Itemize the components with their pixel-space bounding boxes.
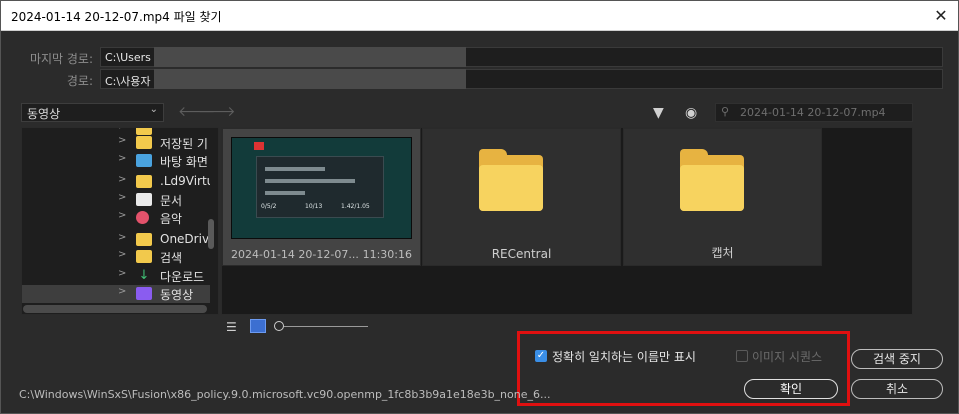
chevron-right-icon[interactable]: > [118, 210, 126, 221]
chevron-right-icon[interactable]: > [118, 286, 126, 297]
search-placeholder: 2024-01-14 20-12-07.mp4 [740, 106, 886, 119]
tree-item[interactable]: > .Ld9Virtu [22, 173, 210, 191]
search-icon: ⚲ [721, 105, 730, 118]
thumbnail-panel: 0/5/2 10/13 1.42/1.05 [256, 156, 384, 218]
music-icon [136, 211, 149, 224]
tree-item-label: 저장된 기 [160, 137, 208, 151]
chevron-right-icon[interactable]: > [118, 153, 126, 164]
folder-tree[interactable]: > > 저장된 기 > 바탕 화면 > .Ld9Virtu > 문서 > 음악 [21, 127, 219, 315]
path-label: 경로: [66, 74, 93, 88]
file-name: RECentral [491, 247, 552, 261]
chevron-right-icon[interactable]: > [118, 128, 126, 132]
tree-item[interactable]: > ↓ 다운로드 [22, 267, 210, 285]
tree-item[interactable]: > 바탕 화면 [22, 152, 210, 170]
tree-item[interactable]: > 음악 [22, 209, 210, 227]
tree-item[interactable]: > 저장된 기 [22, 134, 210, 152]
folder-icon [136, 250, 152, 263]
highlight-box [517, 331, 850, 406]
desktop-icon [136, 154, 152, 167]
tree-item-label: 바탕 화면 [160, 155, 208, 169]
tree-item[interactable]: > 문서 [22, 191, 210, 209]
file-name: 캡처 [711, 246, 734, 260]
tree-item-label: 문서 [160, 194, 183, 208]
location-selected: 동영상 [27, 107, 61, 121]
tree-item-label: 음악 [160, 212, 183, 226]
title-bar: 2024-01-14 20-12-07.mp4 파일 찾기 ✕ [1, 1, 958, 31]
file-tile-folder[interactable]: 캡처 [623, 128, 822, 266]
tree-item-label: 동영상 [160, 288, 194, 302]
filter-icon[interactable]: ▼ [653, 105, 664, 121]
folder-front [680, 165, 744, 211]
thumbnail-stat: 0/5/2 [261, 203, 277, 210]
last-path-value: C:\Users [105, 51, 151, 64]
thumbnail-bar [265, 191, 305, 195]
status-path: C:\Windows\WinSxS\Fusion\x86_policy.9.0.… [19, 388, 551, 401]
chevron-right-icon[interactable]: > [118, 192, 126, 203]
thumbnail-stat: 1.42/1.05 [341, 203, 370, 210]
redacted-region [154, 69, 466, 89]
video-thumbnail: 0/5/2 10/13 1.42/1.05 [231, 137, 412, 239]
thumbnail-stat: 10/13 [305, 203, 323, 210]
documents-icon [136, 193, 152, 206]
file-tile-video[interactable]: 0/5/2 10/13 1.42/1.05 2024-01-14 20-12-0… [222, 128, 421, 266]
find-file-dialog: 2024-01-14 20-12-07.mp4 파일 찾기 ✕ 마지막 경로: … [0, 0, 959, 414]
file-name: 2024-01-14 20-12-07... [231, 248, 359, 261]
path-value: C:\사용자 [105, 75, 151, 88]
list-view-icon[interactable]: ☰ [226, 321, 242, 333]
file-tile-folder[interactable]: RECentral [422, 128, 621, 266]
folder-icon [479, 149, 543, 217]
tree-item-label: .Ld9Virtu [160, 174, 210, 188]
location-dropdown[interactable]: 동영상 ⌄ [21, 103, 164, 122]
forward-arrow-icon[interactable]: 🡒 [198, 103, 236, 120]
tree-item-label: 검색 [160, 251, 183, 265]
tree-item-label: OneDrive [160, 232, 210, 246]
folder-icon [136, 136, 152, 149]
folder-front [479, 165, 543, 211]
chevron-right-icon[interactable]: > [118, 249, 126, 260]
search-input[interactable]: ⚲ 2024-01-14 20-12-07.mp4 [715, 103, 913, 122]
chevron-right-icon[interactable]: > [118, 232, 126, 243]
tree-item[interactable]: > OneDrive [22, 231, 210, 249]
stop-search-button[interactable]: 검색 중지 [851, 349, 943, 369]
thumbnail-view-icon[interactable] [250, 319, 266, 333]
close-icon[interactable]: ✕ [928, 4, 954, 28]
chevron-right-icon[interactable]: > [118, 268, 126, 279]
chevron-down-icon: ⌄ [149, 104, 158, 115]
chevron-right-icon[interactable]: > [118, 174, 126, 185]
thumbnail-bar [265, 179, 355, 183]
eye-icon[interactable]: ◉ [685, 105, 697, 121]
zoom-slider-knob[interactable] [274, 321, 284, 331]
file-time: 11:30:16 [362, 248, 412, 261]
folder-icon [680, 149, 744, 217]
download-icon: ↓ [138, 268, 150, 283]
thumbnail-badge [254, 142, 264, 150]
file-grid[interactable]: 0/5/2 10/13 1.42/1.05 2024-01-14 20-12-0… [221, 127, 913, 315]
thumbnail-bar [265, 167, 325, 171]
tree-item[interactable]: > 검색 [22, 248, 210, 266]
redacted-region [154, 47, 466, 67]
tree-item-label: 다운로드 [160, 270, 205, 284]
folder-icon [136, 233, 152, 246]
tree-horizontal-scrollbar[interactable] [23, 305, 207, 313]
last-path-label: 마지막 경로: [29, 52, 93, 66]
dialog-title: 2024-01-14 20-12-07.mp4 파일 찾기 [11, 10, 222, 24]
tree-item-selected[interactable]: > 동영상 [22, 285, 210, 303]
zoom-slider-track[interactable] [284, 326, 368, 327]
videos-icon [136, 287, 152, 300]
chevron-right-icon[interactable]: > [118, 135, 126, 146]
tree-vertical-scrollbar[interactable] [208, 219, 214, 249]
folder-icon [136, 175, 152, 188]
cancel-button[interactable]: 취소 [851, 379, 943, 399]
